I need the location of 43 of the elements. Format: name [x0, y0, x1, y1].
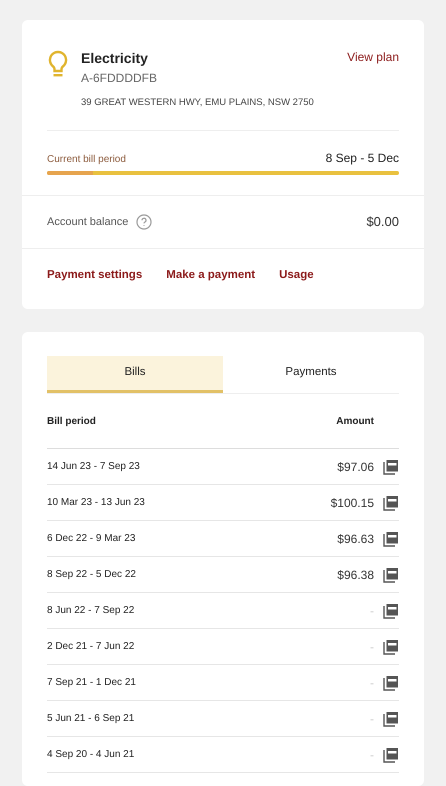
account-address: 39 GREAT WESTERN HWY, EMU PLAINS, NSW 2750 — [81, 96, 315, 110]
pdf-document-icon[interactable] — [383, 638, 399, 654]
table-cell-text: - — [370, 638, 374, 656]
table-cell-text: - — [370, 746, 374, 764]
account-title: Electricity — [81, 49, 148, 68]
pdf-document-icon[interactable] — [383, 530, 399, 546]
pdf-document-icon[interactable] — [383, 494, 399, 510]
tab[interactable]: Bills — [47, 356, 223, 393]
bill-period-label: Current bill period — [47, 153, 126, 168]
help-icon[interactable] — [136, 214, 152, 230]
action-link[interactable]: Payment settings — [47, 266, 142, 284]
table-cell-text: - — [370, 674, 374, 692]
table-cell-text: 10 Mar 23 - 13 Jun 23 — [47, 496, 146, 510]
action-link[interactable]: Make a payment — [166, 266, 256, 284]
pdf-document-icon[interactable] — [383, 710, 399, 726]
balance-amount: $0.00 — [366, 213, 399, 232]
table-cell-text: 4 Sep 20 - 4 Jun 21 — [47, 748, 136, 762]
pdf-document-icon[interactable] — [383, 602, 399, 618]
table-cell-text: 5 Jun 21 - 6 Sep 21 — [47, 712, 136, 726]
table-cell-text: - — [370, 602, 374, 620]
table-cell-text: 8 Sep 22 - 5 Dec 22 — [47, 568, 137, 582]
lightbulb-icon — [47, 50, 69, 78]
pdf-document-icon[interactable] — [383, 566, 399, 582]
table-cell-text: 8 Jun 22 - 7 Sep 22 — [47, 604, 136, 618]
table-cell-text: 14 Jun 23 - 7 Sep 23 — [47, 460, 141, 474]
table-cell-text: - — [370, 710, 374, 728]
table-cell-text: $96.38 — [337, 566, 374, 584]
bill-period-dates: 8 Sep - 5 Dec — [326, 150, 399, 168]
table-cell-text: 2 Dec 21 - 7 Jun 22 — [47, 640, 136, 654]
view-plan-link[interactable]: View plan — [347, 48, 399, 66]
balance-label: Account balance — [47, 214, 128, 230]
column-header: Amount — [336, 414, 374, 428]
table-cell-text: $96.63 — [337, 530, 374, 548]
table-cell-text: 7 Sep 21 - 1 Dec 21 — [47, 676, 137, 690]
action-link[interactable]: Usage — [279, 266, 314, 284]
table-cell-text: $97.06 — [337, 458, 374, 476]
pdf-document-icon[interactable] — [383, 746, 399, 762]
account-number: A-6FDDDDFB — [81, 70, 158, 87]
table-cell-text: 6 Dec 22 - 9 Mar 23 — [47, 532, 136, 546]
column-header: Bill period — [47, 414, 96, 428]
pdf-document-icon[interactable] — [383, 458, 399, 474]
pdf-document-icon[interactable] — [383, 674, 399, 690]
table-cell-text: $100.15 — [330, 494, 374, 512]
